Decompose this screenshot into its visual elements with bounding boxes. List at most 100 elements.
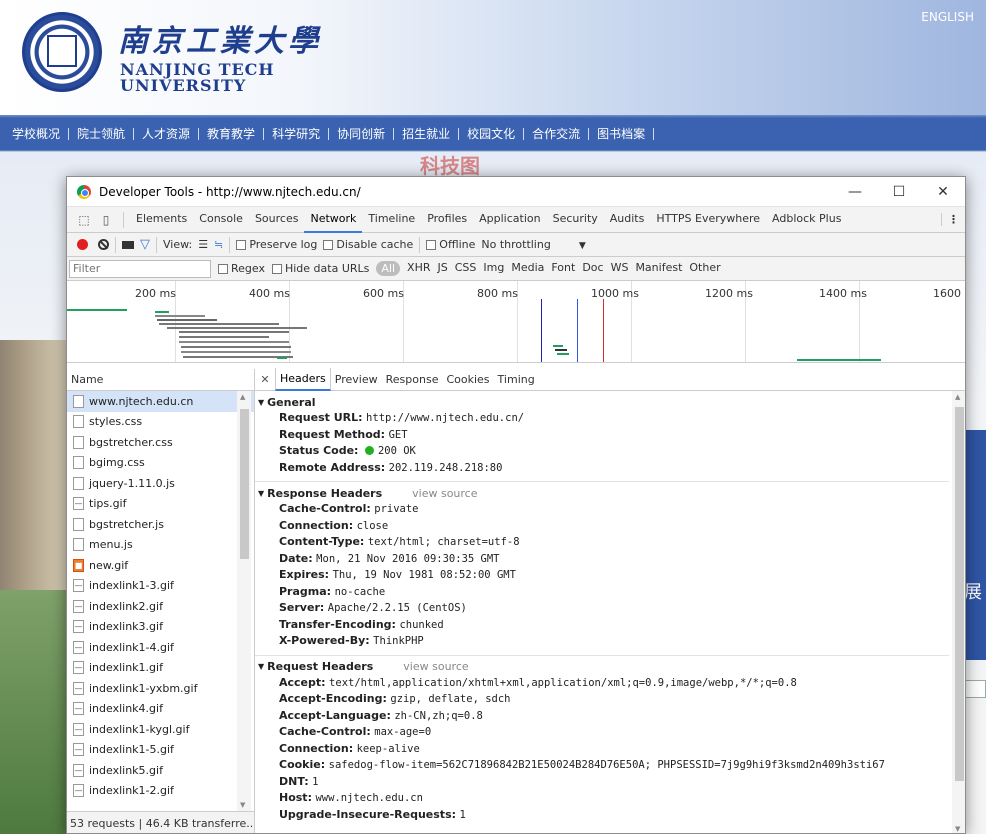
- offline-checkbox[interactable]: Offline: [426, 238, 475, 251]
- tab-profiles[interactable]: Profiles: [421, 206, 473, 233]
- record-icon[interactable]: [77, 239, 88, 250]
- request-headers-toggle[interactable]: ▼ Request Headers view source: [255, 659, 949, 675]
- english-link[interactable]: ENGLISH: [921, 10, 974, 24]
- request-row[interactable]: bgimg.css: [67, 453, 254, 474]
- minimize-button[interactable]: —: [833, 184, 877, 200]
- tab-network[interactable]: Network: [304, 206, 363, 233]
- request-row[interactable]: — indexlink1.gif: [67, 658, 254, 679]
- site-nav-item[interactable]: 教育教学: [199, 128, 265, 140]
- header-row[interactable]: Transfer-Encoding: chunked: [255, 617, 949, 634]
- tab-timeline[interactable]: Timeline: [362, 206, 421, 233]
- request-row[interactable]: — indexlink1-yxbm.gif: [67, 678, 254, 699]
- request-row[interactable]: — indexlink3.gif: [67, 617, 254, 638]
- tab-timing[interactable]: Timing: [494, 369, 539, 390]
- type-filter-manifest[interactable]: Manifest: [635, 261, 682, 276]
- site-nav-item[interactable]: 招生就业: [394, 128, 460, 140]
- request-row[interactable]: styles.css: [67, 412, 254, 433]
- header-row[interactable]: Cookie: safedog-flow-item=562C71896842B2…: [255, 757, 949, 774]
- name-column-header[interactable]: Name: [67, 369, 254, 391]
- type-filter-img[interactable]: Img: [483, 261, 504, 276]
- type-filter-media[interactable]: Media: [511, 261, 544, 276]
- more-options-icon[interactable]: ⋮: [941, 213, 965, 226]
- header-row[interactable]: Date: Mon, 21 Nov 2016 09:30:35 GMT: [255, 551, 949, 568]
- request-row[interactable]: jquery-1.11.0.js: [67, 473, 254, 494]
- request-row[interactable]: — indexlink4.gif: [67, 699, 254, 720]
- header-row[interactable]: Expires: Thu, 19 Nov 1981 08:52:00 GMT: [255, 567, 949, 584]
- disable-cache-checkbox[interactable]: Disable cache: [323, 238, 413, 251]
- type-filter-js[interactable]: JS: [437, 261, 447, 276]
- site-nav-item[interactable]: 协同创新: [329, 128, 395, 140]
- type-filter-xhr[interactable]: XHR: [407, 261, 430, 276]
- header-row[interactable]: Remote Address: 202.119.248.218:80: [255, 460, 949, 477]
- site-nav-item[interactable]: 合作交流: [524, 128, 590, 140]
- header-row[interactable]: X-Powered-By: ThinkPHP: [255, 633, 949, 650]
- request-row[interactable]: — indexlink1-kygl.gif: [67, 719, 254, 740]
- tab-security[interactable]: Security: [547, 206, 604, 233]
- header-row[interactable]: Cache-Control: private: [255, 501, 949, 518]
- request-row[interactable]: — indexlink1-3.gif: [67, 576, 254, 597]
- request-row[interactable]: — indexlink1-5.gif: [67, 740, 254, 761]
- hide-data-urls-checkbox[interactable]: Hide data URLs: [271, 262, 369, 275]
- request-row[interactable]: menu.js: [67, 535, 254, 556]
- request-row[interactable]: bgstretcher.js: [67, 514, 254, 535]
- regex-checkbox[interactable]: Regex: [218, 262, 265, 275]
- type-filter-ws[interactable]: WS: [611, 261, 629, 276]
- device-mode-icon[interactable]: ▯: [95, 213, 117, 227]
- site-nav-item[interactable]: 校园文化: [459, 128, 525, 140]
- header-row[interactable]: Request Method: GET: [255, 427, 949, 444]
- tab-adblock-plus[interactable]: Adblock Plus: [766, 206, 847, 233]
- type-filter-doc[interactable]: Doc: [582, 261, 603, 276]
- preserve-log-checkbox[interactable]: Preserve log: [236, 238, 317, 251]
- request-list-scrollbar[interactable]: ▲ ▼: [237, 391, 251, 811]
- header-row[interactable]: Upgrade-Insecure-Requests: 1: [255, 807, 949, 824]
- tab-elements[interactable]: Elements: [130, 206, 193, 233]
- header-row[interactable]: Connection: close: [255, 518, 949, 535]
- network-overview-timeline[interactable]: 200 ms 400 ms 600 ms 800 ms 1000 ms 1200 ms 14…: [67, 281, 965, 363]
- large-rows-icon[interactable]: ☰: [198, 238, 208, 251]
- header-row[interactable]: Pragma: no-cache: [255, 584, 949, 601]
- request-row[interactable]: — indexlink5.gif: [67, 760, 254, 781]
- type-filter-all[interactable]: All: [376, 261, 401, 276]
- type-filter-css[interactable]: CSS: [455, 261, 477, 276]
- request-row[interactable]: ■ new.gif: [67, 555, 254, 576]
- tab-console[interactable]: Console: [193, 206, 249, 233]
- filter-input[interactable]: [69, 259, 211, 278]
- close-button[interactable]: ✕: [921, 184, 965, 200]
- header-row[interactable]: Accept-Language: zh-CN,zh;q=0.8: [255, 708, 949, 725]
- tab-preview[interactable]: Preview: [331, 369, 382, 390]
- tab-headers[interactable]: Headers: [275, 368, 331, 391]
- header-row[interactable]: Accept-Encoding: gzip, deflate, sdch: [255, 691, 949, 708]
- tab-sources[interactable]: Sources: [249, 206, 305, 233]
- tab-cookies[interactable]: Cookies: [442, 369, 493, 390]
- request-row[interactable]: — tips.gif: [67, 494, 254, 515]
- header-row[interactable]: Content-Type: text/html; charset=utf-8: [255, 534, 949, 551]
- request-row[interactable]: — indexlink2.gif: [67, 596, 254, 617]
- type-filter-font[interactable]: Font: [551, 261, 575, 276]
- site-nav-item[interactable]: 院士领航: [69, 128, 135, 140]
- university-seal-logo[interactable]: [22, 12, 102, 92]
- header-row[interactable]: DNT: 1: [255, 774, 949, 791]
- site-nav-item[interactable]: 科学研究: [264, 128, 330, 140]
- details-scrollbar[interactable]: ▲ ▼: [952, 391, 965, 833]
- tab-response[interactable]: Response: [382, 369, 443, 390]
- general-toggle[interactable]: ▼ General: [255, 394, 949, 410]
- close-details-icon[interactable]: ✕: [255, 373, 275, 386]
- header-row[interactable]: Server: Apache/2.2.15 (CentOS): [255, 600, 949, 617]
- header-row[interactable]: Request URL: http://www.njtech.edu.cn/: [255, 410, 949, 427]
- request-row[interactable]: — indexlink1-2.gif: [67, 781, 254, 802]
- site-nav-item[interactable]: 人才资源: [134, 128, 200, 140]
- header-row[interactable]: Connection: keep-alive: [255, 741, 949, 758]
- site-nav-item[interactable]: 图书档案: [589, 128, 655, 140]
- overview-icon[interactable]: ≒: [214, 238, 223, 251]
- maximize-button[interactable]: ☐: [877, 184, 921, 200]
- tab-application[interactable]: Application: [473, 206, 546, 233]
- filter-icon[interactable]: ▽: [140, 237, 150, 252]
- tab-https-everywhere[interactable]: HTTPS Everywhere: [650, 206, 766, 233]
- response-headers-toggle[interactable]: ▼ Response Headers view source: [255, 485, 949, 501]
- header-row[interactable]: Cache-Control: max-age=0: [255, 724, 949, 741]
- inspect-element-icon[interactable]: ⬚: [73, 213, 95, 227]
- view-source-link[interactable]: view source: [403, 660, 468, 673]
- capture-screenshots-icon[interactable]: [122, 240, 134, 249]
- tab-audits[interactable]: Audits: [604, 206, 651, 233]
- clear-icon[interactable]: [98, 239, 109, 250]
